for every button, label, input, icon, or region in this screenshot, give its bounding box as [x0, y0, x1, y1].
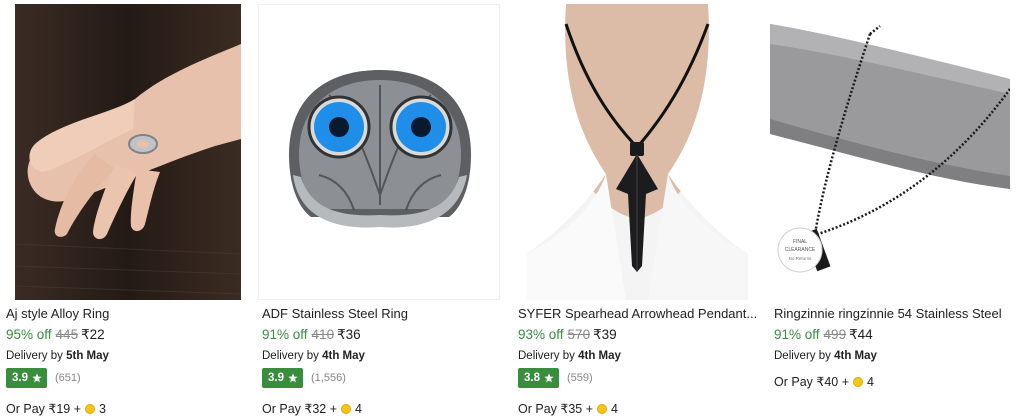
product-title[interactable]: ADF Stainless Steel Ring: [262, 306, 502, 322]
owl-ring-photo-icon: [259, 5, 499, 299]
delivery-prefix: Delivery by: [262, 350, 319, 362]
pay-with-coins: Or Pay ₹19 + 3: [6, 401, 106, 417]
delivery-date: 4th May: [834, 350, 877, 362]
price-row: 91% off 499 ₹44: [774, 327, 873, 343]
discount-label: 91% off: [262, 327, 308, 342]
original-price: 570: [567, 327, 591, 342]
product-image[interactable]: FINAL CLEARANCE No Returns: [770, 4, 1010, 300]
product-card[interactable]: SYFER Spearhead Arrowhead Pendant... 93%…: [518, 0, 762, 418]
pay-with-coins: Or Pay ₹32 + 4: [262, 401, 362, 417]
pay-prefix: Or Pay ₹40 +: [774, 375, 849, 389]
product-title[interactable]: Ringzinnie ringzinnie 54 Stainless Steel: [774, 306, 1012, 322]
pay-prefix: Or Pay ₹19 +: [6, 402, 81, 416]
rating-value: 3.9: [12, 372, 28, 384]
final-clearance-tag: FINAL CLEARANCE No Returns: [777, 227, 823, 273]
original-price: 499: [823, 327, 847, 342]
coin-icon: [597, 404, 607, 414]
discount-label: 95% off: [6, 327, 52, 342]
delivery-date: 4th May: [578, 350, 621, 362]
tag-line-1: FINAL: [793, 239, 807, 245]
product-title[interactable]: Aj style Alloy Ring: [6, 306, 234, 322]
price-row: 93% off 570 ₹39: [518, 327, 617, 343]
tag-line-2: CLEARANCE: [785, 247, 816, 253]
ball-chain-necklace-photo-icon: FINAL CLEARANCE No Returns: [770, 4, 1010, 300]
rating-count: (651): [55, 372, 81, 384]
original-price: 410: [311, 327, 335, 342]
pay-with-coins: Or Pay ₹35 + 4: [518, 401, 618, 417]
delivery-info: Delivery by 4th May: [774, 349, 877, 363]
delivery-date: 4th May: [322, 350, 365, 362]
product-card[interactable]: FINAL CLEARANCE No Returns Ringzinnie ri…: [770, 0, 1014, 418]
product-title[interactable]: SYFER Spearhead Arrowhead Pendant...: [518, 306, 760, 322]
discount-label: 91% off: [774, 327, 820, 342]
coin-icon: [853, 377, 863, 387]
rating-count: (1,556): [311, 372, 346, 384]
pay-prefix: Or Pay ₹32 +: [262, 402, 337, 416]
selling-price: ₹39: [593, 327, 617, 342]
rating-row: 3.8 (559): [518, 368, 593, 388]
delivery-info: Delivery by 4th May: [262, 349, 365, 363]
rating-value: 3.9: [268, 372, 284, 384]
rating-count: (559): [567, 372, 593, 384]
coin-count: 4: [867, 375, 874, 389]
selling-price: ₹36: [337, 327, 361, 342]
rating-badge: 3.8: [518, 368, 559, 388]
selling-price: ₹44: [849, 327, 873, 342]
coin-count: 4: [611, 402, 618, 416]
price-row: 91% off 410 ₹36: [262, 327, 361, 343]
product-image[interactable]: [15, 4, 241, 300]
product-card[interactable]: Aj style Alloy Ring 95% off 445 ₹22 Delive…: [6, 0, 241, 418]
delivery-info: Delivery by 5th May: [6, 349, 109, 363]
pay-with-coins: Or Pay ₹40 + 4: [774, 374, 874, 390]
price-row: 95% off 445 ₹22: [6, 327, 105, 343]
rating-row: 3.9 (651): [6, 368, 81, 388]
delivery-prefix: Delivery by: [6, 350, 63, 362]
rating-badge: 3.9: [262, 368, 303, 388]
rating-row: 3.9 (1,556): [262, 368, 346, 388]
star-icon: [32, 373, 42, 383]
star-icon: [544, 373, 554, 383]
discount-label: 93% off: [518, 327, 564, 342]
coin-icon: [341, 404, 351, 414]
product-image[interactable]: [526, 4, 748, 300]
tag-line-3: No Returns: [789, 256, 813, 261]
delivery-prefix: Delivery by: [518, 350, 575, 362]
rating-badge: 3.9: [6, 368, 47, 388]
arrowhead-pendant-photo-icon: [526, 4, 748, 300]
delivery-date: 5th May: [66, 350, 109, 362]
product-card[interactable]: ADF Stainless Steel Ring 91% off 410 ₹36 D…: [258, 0, 506, 418]
coin-icon: [85, 404, 95, 414]
coin-count: 4: [355, 402, 362, 416]
hand-with-ring-photo-icon: [15, 4, 241, 300]
rating-value: 3.8: [524, 372, 540, 384]
original-price: 445: [55, 327, 79, 342]
selling-price: ₹22: [81, 327, 105, 342]
delivery-info: Delivery by 4th May: [518, 349, 621, 363]
coin-count: 3: [99, 402, 106, 416]
pay-prefix: Or Pay ₹35 +: [518, 402, 593, 416]
delivery-prefix: Delivery by: [774, 350, 831, 362]
star-icon: [288, 373, 298, 383]
product-image[interactable]: [258, 4, 500, 300]
